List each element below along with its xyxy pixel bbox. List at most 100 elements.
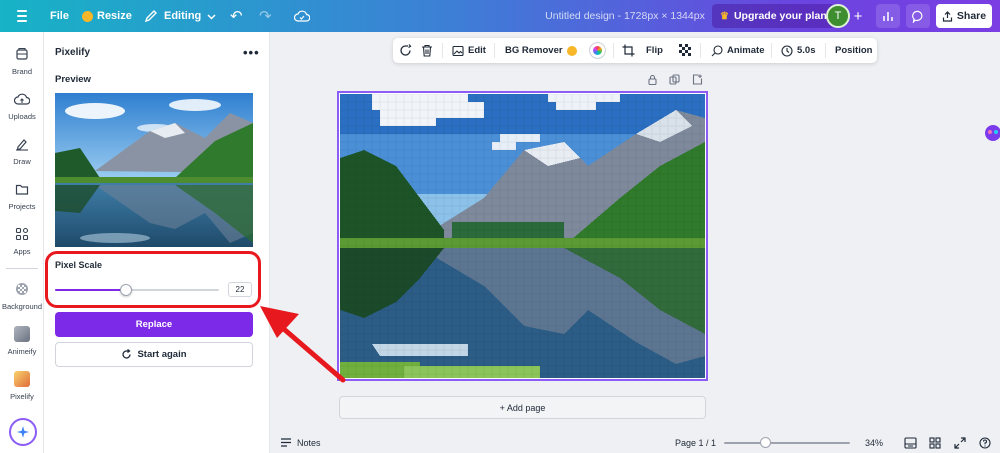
refresh-icon [122, 349, 132, 359]
rail-item-animeify[interactable]: Animeify [0, 324, 44, 356]
preview-label: Preview [55, 74, 91, 85]
rail-label: Apps [13, 247, 31, 256]
floating-assistant-icon[interactable] [984, 124, 1000, 142]
rotate-icon[interactable] [399, 38, 412, 63]
document-title[interactable]: Untitled design - 1728px × 1344px [520, 0, 730, 32]
rail-item-uploads[interactable]: Uploads [0, 89, 44, 121]
rail-item-projects[interactable]: Projects [0, 179, 44, 211]
menu-icon[interactable] [14, 0, 32, 32]
flip-button[interactable]: Flip [646, 38, 663, 63]
preview-image [55, 93, 253, 247]
rail-label: Pixelify [10, 392, 34, 401]
pixelify-app-icon [12, 369, 32, 389]
rail-item-brand[interactable]: Brand [0, 44, 44, 76]
toolbar-separator [442, 43, 443, 58]
panel-title: Pixelify [55, 47, 91, 58]
add-page-icon[interactable] [692, 74, 703, 88]
clock-icon [781, 44, 793, 57]
cloud-save-icon[interactable] [294, 0, 310, 32]
transparency-checker-icon[interactable] [679, 38, 692, 63]
pencil-icon [144, 10, 157, 23]
user-avatar[interactable]: T [826, 4, 850, 28]
start-again-label: Start again [137, 349, 187, 360]
page-view-icon[interactable] [904, 432, 917, 453]
editing-label: Editing [164, 10, 202, 22]
undo-icon[interactable]: ↶ [230, 0, 243, 32]
resize-label: Resize [97, 10, 132, 22]
toolbar-separator [494, 43, 495, 58]
pixelated-landscape-image[interactable] [340, 94, 705, 378]
toolbar-separator [771, 43, 772, 58]
fullscreen-icon[interactable] [954, 432, 966, 453]
toolbar-separator [613, 43, 614, 58]
share-button[interactable]: Share [936, 4, 992, 28]
add-page-button[interactable]: + Add page [339, 396, 706, 419]
file-menu-button[interactable]: File [50, 0, 69, 32]
rail-label: Brand [11, 67, 32, 76]
more-options-icon[interactable]: ••• [243, 45, 260, 60]
animate-button[interactable]: Animate [711, 38, 764, 63]
top-bar: File Resize Editing ↶ ↷ Untitled design … [0, 0, 1000, 32]
rail-label: Background [1, 302, 43, 311]
color-picker-icon[interactable] [590, 38, 605, 63]
footer-bar: Notes Page 1 / 1 34% [270, 432, 1000, 453]
folder-icon [12, 179, 32, 199]
analytics-icon[interactable] [876, 4, 900, 28]
apps-grid-icon [12, 224, 32, 244]
edit-image-button[interactable]: Edit [452, 38, 486, 63]
rail-label: Projects [8, 202, 36, 211]
replace-button[interactable]: Replace [55, 312, 253, 337]
rail-item-apps[interactable]: Apps [0, 224, 44, 256]
grid-view-icon[interactable] [929, 432, 941, 453]
rail-item-pixelify[interactable]: Pixelify [0, 369, 44, 401]
checker-icon [12, 279, 32, 299]
notes-button[interactable]: Notes [280, 432, 321, 453]
rail-label: Animeify [7, 347, 37, 356]
crop-icon[interactable] [622, 38, 635, 63]
magic-sparkle-button[interactable] [9, 418, 37, 446]
notes-label: Notes [297, 437, 321, 448]
animate-icon [711, 44, 723, 56]
rail-item-background[interactable]: Background [0, 279, 44, 311]
duration-button[interactable]: 5.0s [781, 38, 816, 63]
animate-label: Animate [727, 45, 765, 56]
zoom-handle[interactable] [760, 437, 772, 448]
page-indicator[interactable]: Page 1 / 1 [675, 432, 716, 453]
notes-icon [281, 438, 291, 447]
left-rail: Brand Uploads Draw Projects Apps Backgro… [0, 32, 44, 453]
pen-icon [12, 134, 32, 154]
editing-mode-dropdown[interactable]: Editing [144, 0, 216, 32]
redo-icon[interactable]: ↷ [259, 0, 272, 32]
upload-share-icon [942, 10, 953, 22]
image-edit-icon [452, 45, 464, 56]
rail-divider [6, 268, 38, 269]
bg-remover-button[interactable]: BG Remover [505, 38, 577, 63]
comment-icon[interactable] [906, 4, 930, 28]
toolbar-separator [700, 43, 701, 58]
duration-label: 5.0s [797, 45, 816, 56]
position-button[interactable]: Position [835, 38, 872, 63]
start-again-button[interactable]: Start again [55, 342, 253, 367]
resize-button[interactable]: Resize [82, 0, 132, 32]
upload-cloud-icon [12, 89, 32, 109]
crown-icon [566, 45, 577, 56]
upgrade-plan-button[interactable]: ♛ Upgrade your plan [712, 4, 835, 28]
rail-item-draw[interactable]: Draw [0, 134, 44, 166]
duplicate-icon[interactable] [669, 74, 680, 88]
trash-icon[interactable] [421, 38, 433, 63]
help-icon[interactable] [979, 432, 991, 453]
design-canvas[interactable] [337, 91, 708, 381]
zoom-slider[interactable] [724, 432, 850, 453]
rail-label: Draw [13, 157, 31, 166]
annotation-highlight-box [45, 251, 261, 308]
annotation-arrow-icon [260, 306, 346, 383]
crown-icon: ♛ [720, 10, 729, 22]
add-collaborator-icon[interactable]: + [851, 0, 865, 32]
rail-label: Uploads [8, 112, 36, 121]
animeify-app-icon [12, 324, 32, 344]
zoom-value[interactable]: 34% [865, 432, 883, 453]
chevron-down-icon [207, 13, 216, 20]
edit-label: Edit [468, 45, 486, 56]
lock-icon[interactable] [647, 74, 658, 88]
zoom-track [724, 442, 850, 444]
